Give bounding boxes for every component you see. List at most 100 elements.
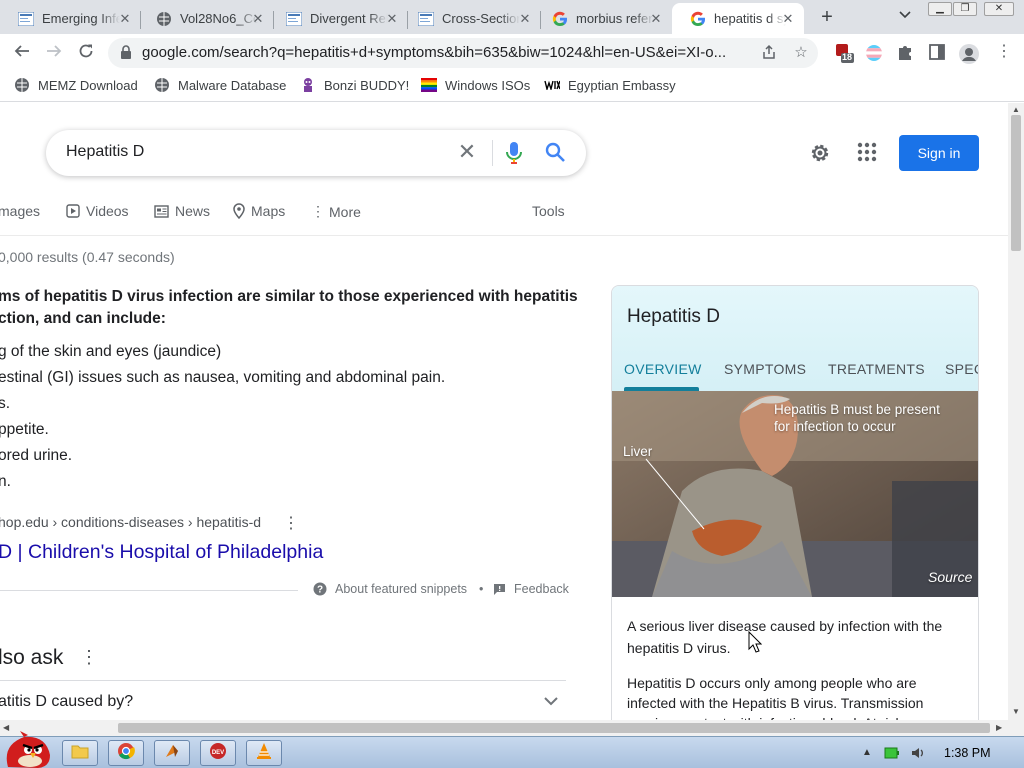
google-icon [552,11,568,27]
scroll-thumb[interactable] [1011,115,1021,251]
about-featured-snippets-link[interactable]: ? About featured snippets • [313,582,483,596]
image-source-link[interactable]: Source [928,569,972,585]
profile-avatar-icon[interactable] [958,43,979,64]
forward-button[interactable] [42,41,66,65]
tools-button[interactable]: Tools [532,203,565,219]
share-icon[interactable] [760,44,778,62]
search-tabs: mages Videos News Maps ⋮ More Tools [0,203,1008,236]
apps-grid-icon[interactable] [856,141,878,168]
kp-tab-specialists[interactable]: SPEC [945,361,978,377]
clear-icon[interactable]: ✕ [456,141,478,163]
app-icon [163,742,181,765]
close-icon[interactable]: ✕ [648,11,664,27]
horizontal-scrollbar[interactable]: ◀ ▶ [0,720,1024,736]
feedback-link[interactable]: Feedback [493,582,569,596]
search-input[interactable]: Hepatitis D [66,143,144,161]
taskbar-chrome-button[interactable] [108,740,144,766]
kp-tab-overview[interactable]: OVERVIEW [624,361,702,377]
close-icon[interactable]: ✕ [384,11,400,27]
minimize-button[interactable]: ▁ [928,2,952,16]
sign-in-button[interactable]: Sign in [899,135,979,171]
tab-strip: Emerging Infectious Diseases ✕ Vol28No6_… [0,0,1024,34]
gear-icon[interactable] [808,141,832,170]
tab-cross-sectional-study[interactable]: Cross-Sectional Study ✕ [400,3,541,34]
search-box[interactable]: Hepatitis D ✕ [46,130,586,176]
globe-icon [14,77,30,93]
puzzle-icon[interactable] [896,43,916,63]
result-cite[interactable]: hop.edu › conditions-diseases › hepatiti… [0,514,261,530]
search-icon[interactable] [544,141,566,168]
knowledge-panel-detail: Hepatitis D occurs only among people who… [627,675,924,720]
tab-more[interactable]: ⋮ More [311,203,361,220]
tab-news[interactable]: News [154,203,210,219]
transgender-flag-icon[interactable] [864,43,884,63]
bookmark-egyptian-embassy[interactable]: Egyptian Embassy [544,77,676,93]
tab-vol28no6[interactable]: Vol28No6_Cover ✕ [138,3,274,34]
menu-icon[interactable]: ⋮ [994,43,1014,63]
close-icon[interactable]: ✕ [250,11,266,27]
knowledge-panel-image[interactable]: Hepatitis B must be present for infectio… [612,391,978,597]
tray-expand-icon[interactable]: ▲ [862,747,872,758]
extension-icon[interactable]: 18 [834,43,854,63]
address-bar[interactable]: google.com/search?q=hepatitis+d+symptoms… [108,38,818,68]
more-vert-icon[interactable]: ⋮ [80,647,98,668]
caption-line: Hepatitis B must be present [774,402,940,417]
taskbar-explorer-button[interactable] [62,740,98,766]
divider [0,590,298,591]
tab-maps[interactable]: Maps [233,203,285,219]
kp-tab-treatments[interactable]: TREATMENTS [828,361,925,377]
scroll-right-icon[interactable]: ▶ [996,723,1002,732]
taskbar-clock[interactable]: 1:38 PM [944,746,991,760]
close-window-button[interactable]: ✕ [984,2,1014,16]
tab-images[interactable]: mages [0,203,40,219]
result-title-link[interactable]: D | Children's Hospital of Philadelphia [0,541,323,564]
image-caption: Hepatitis B must be present for infectio… [774,401,940,435]
microphone-icon[interactable] [506,141,522,170]
taskbar-devcpp-button[interactable]: DEV [200,740,236,766]
chevron-down-icon[interactable] [544,693,558,709]
star-icon[interactable]: ☆ [792,44,810,62]
more-vert-icon: ⋮ [311,203,325,219]
bookmark-memz-download[interactable]: MEMZ Download [14,77,138,93]
close-icon[interactable]: ✕ [117,11,133,27]
tab-hepatitis-d-symptoms[interactable]: hepatitis d symptoms ✕ [672,3,804,34]
side-panel-icon[interactable] [928,43,948,63]
taskbar-app-button[interactable] [154,740,190,766]
more-vert-icon[interactable]: ⋮ [283,513,299,533]
tab-divergent-relationships[interactable]: Divergent Relationships ✕ [268,3,408,34]
reload-button[interactable] [74,41,98,65]
tab-morbius-reference[interactable]: morbius reference ✕ [534,3,672,34]
new-tab-button[interactable]: + [816,6,838,28]
result-stats: 0,000 results (0.47 seconds) [0,249,175,265]
tab-title: Emerging Infectious Diseases [42,11,120,26]
wix-icon [544,77,560,93]
vertical-scrollbar[interactable]: ▲ ▼ [1008,103,1024,720]
kp-tab-symptoms[interactable]: SYMPTOMS [724,361,806,377]
dot-separator: • [479,582,484,596]
taskbar-vlc-button[interactable] [246,740,282,766]
tab-videos[interactable]: Videos [66,203,129,219]
tab-emerging-infectious-diseases[interactable]: Emerging Infectious Diseases ✕ [0,3,141,34]
knowledge-panel-header: Hepatitis D OVERVIEW SYMPTOMS TREATMENTS… [612,286,978,391]
volume-icon[interactable] [910,745,926,766]
lock-icon[interactable] [120,45,132,65]
angry-bird-start-icon[interactable] [2,731,52,768]
maximize-button[interactable]: ❐ [953,2,977,16]
bookmark-label: Bonzi BUDDY! [324,77,410,93]
bookmark-malware-database[interactable]: Malware Database [154,77,286,93]
tab-title: morbius reference [576,11,654,26]
scroll-thumb[interactable] [118,723,990,733]
close-icon[interactable]: ✕ [517,11,533,27]
battery-icon[interactable] [884,746,900,765]
url-text: google.com/search?q=hepatitis+d+symptoms… [142,44,727,61]
paa-question[interactable]: atitis D caused by? [0,693,133,711]
chevron-down-icon[interactable] [896,8,914,26]
bookmark-windows-isos[interactable]: Windows ISOs [421,77,530,93]
scroll-down-icon[interactable]: ▼ [1012,707,1020,716]
caption-line: for infection to occur [774,419,896,434]
back-button[interactable] [10,41,34,65]
scroll-up-icon[interactable]: ▲ [1012,105,1020,114]
bookmark-bonzi-buddy[interactable]: Bonzi BUDDY! [300,77,409,93]
knowledge-panel-description: A serious liver disease caused by infect… [627,618,943,656]
close-icon[interactable]: ✕ [780,11,796,27]
